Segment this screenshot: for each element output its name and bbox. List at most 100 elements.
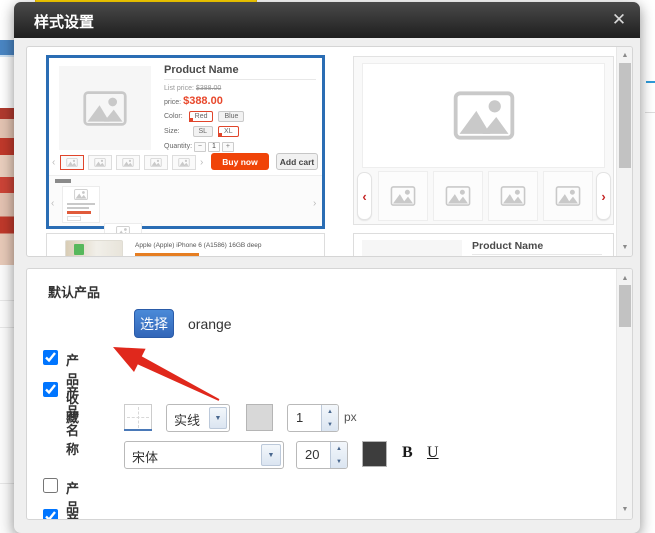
divider: [472, 254, 602, 255]
border-width-value[interactable]: 1: [288, 405, 321, 431]
scroll-up-icon[interactable]: ▲: [617, 52, 633, 59]
border-picker-vline: [138, 407, 139, 428]
color-chip-red[interactable]: Red: [189, 111, 214, 122]
related-label: [55, 179, 71, 183]
font-size-stepper[interactable]: 20 ▲ ▼: [296, 441, 348, 469]
attributes-label: 产品属性: [66, 509, 79, 520]
color-chip-blue[interactable]: Blue: [218, 111, 244, 122]
quantity-minus-button[interactable]: −: [194, 142, 206, 152]
related-products-section: ‹ ›: [49, 175, 322, 226]
border-width-stepper[interactable]: 1 ▲ ▼: [287, 404, 339, 432]
dialog-title: 样式设置: [34, 11, 94, 32]
name-checkbox[interactable]: [43, 382, 58, 397]
background-right-blue-line: [646, 81, 655, 83]
quantity-value[interactable]: 1: [208, 142, 220, 152]
gallery-thumbnail[interactable]: [378, 171, 428, 221]
thumbnail[interactable]: [116, 155, 140, 170]
product-image-placeholder: [59, 66, 151, 150]
preview-list-price: List price: $388.00: [164, 85, 221, 92]
underline-button[interactable]: U: [427, 444, 439, 462]
template-card-selected[interactable]: Product Name List price: $388.00 price: …: [46, 55, 325, 229]
template-card-list[interactable]: Apple (Apple) iPhone 6 (A1586) 16GB deep: [46, 233, 325, 257]
thumbnail-selected[interactable]: [60, 155, 84, 170]
description-checkbox[interactable]: [43, 478, 58, 493]
quantity-plus-button[interactable]: +: [222, 142, 234, 152]
background-left-area: [0, 265, 14, 533]
border-side-picker[interactable]: [124, 404, 152, 431]
form-scrollbar[interactable]: ▲ ▼: [616, 269, 633, 519]
favorite-checkbox[interactable]: [43, 350, 58, 365]
thumbnail[interactable]: [172, 155, 196, 170]
scroll-down-icon[interactable]: ▼: [617, 506, 633, 513]
image-icon: [453, 91, 515, 140]
gallery-thumbnail[interactable]: [543, 171, 593, 221]
bold-button[interactable]: B: [402, 444, 413, 462]
price-label: price:: [164, 99, 181, 106]
gallery-thumbnail[interactable]: [433, 171, 483, 221]
border-color-swatch[interactable]: [246, 404, 273, 431]
background-left-blue-strip: [0, 40, 14, 57]
template-gallery-panel: Product Name List price: $388.00 price: …: [26, 46, 633, 257]
background-divider: [0, 300, 14, 301]
preview-price: price: $388.00: [164, 95, 223, 107]
gallery-thumbnail[interactable]: [488, 171, 538, 221]
size-chip-xl[interactable]: XL: [218, 126, 239, 137]
selected-product-value: orange: [188, 316, 232, 332]
gallery-prev-button[interactable]: ‹: [357, 172, 372, 220]
iphone-item-title: Apple (Apple) iPhone 6 (A1586) 16GB deep: [135, 242, 315, 249]
iphone-item-price-line: [135, 253, 199, 257]
preview2-product-name: Product Name: [472, 240, 602, 252]
thumbnail[interactable]: [88, 155, 112, 170]
preview-quantity-row: Quantity: − 1 +: [164, 142, 234, 152]
dropdown-button[interactable]: ▼: [209, 407, 227, 429]
annotation-arrow: [109, 343, 229, 409]
color-label: Color:: [164, 113, 183, 120]
font-size-value[interactable]: 20: [297, 442, 330, 468]
background-left-promo-image: [0, 108, 14, 265]
spin-up-icon[interactable]: ▲: [322, 405, 338, 418]
close-icon[interactable]: ✕: [609, 10, 629, 30]
default-product-label: 默认产品: [48, 282, 100, 301]
background-divider: [0, 327, 14, 328]
scroll-up-icon[interactable]: ▲: [617, 275, 633, 282]
related-product-card[interactable]: [62, 186, 100, 223]
list-price-label: List price:: [164, 85, 194, 92]
related-next-icon[interactable]: ›: [313, 199, 316, 209]
select-product-button[interactable]: 选择: [134, 309, 174, 338]
border-style-value: 实线: [167, 405, 207, 431]
font-family-dropdown[interactable]: 宋体 ▼: [124, 441, 284, 469]
quantity-label: Quantity:: [164, 143, 192, 150]
gallery-scrollbar[interactable]: ▲ ▼: [616, 47, 633, 256]
border-picker-bottom-active: [124, 429, 152, 431]
thumbnail[interactable]: [144, 155, 168, 170]
scrollbar-thumb[interactable]: [619, 285, 631, 327]
chevron-down-icon: ▼: [215, 415, 222, 422]
px-unit-label: px: [344, 410, 357, 424]
spin-down-icon[interactable]: ▼: [331, 455, 347, 468]
attributes-checkbox[interactable]: [43, 509, 58, 520]
template-card-detail2[interactable]: Product Name List price: $388.00: [353, 233, 614, 257]
spin-down-icon[interactable]: ▼: [322, 418, 338, 431]
background-divider: [0, 483, 14, 484]
preview-color-row: Color: Red Blue: [164, 111, 244, 122]
size-label: Size:: [164, 128, 180, 135]
preview-product-name: Product Name: [164, 64, 316, 76]
font-color-swatch[interactable]: [362, 441, 387, 467]
stepper-buttons[interactable]: ▲ ▼: [321, 405, 338, 431]
spin-up-icon[interactable]: ▲: [331, 442, 347, 455]
scrollbar-thumb[interactable]: [619, 63, 631, 168]
template-card-gallery[interactable]: ‹ ›: [353, 56, 614, 225]
style-settings-dialog: 样式设置 ✕ Product Name List price: $388.00 …: [14, 2, 640, 533]
add-cart-button[interactable]: Add cart: [276, 153, 318, 170]
related-prev-icon[interactable]: ‹: [51, 199, 54, 209]
stepper-buttons[interactable]: ▲ ▼: [330, 442, 347, 468]
dropdown-button[interactable]: ▼: [261, 444, 281, 466]
size-chip-sl[interactable]: SL: [193, 126, 214, 137]
scroll-down-icon[interactable]: ▼: [617, 244, 633, 251]
thumb-prev-icon[interactable]: ‹: [52, 158, 55, 168]
buy-now-button[interactable]: Buy now: [211, 153, 269, 170]
thumb-next-icon[interactable]: ›: [200, 158, 203, 168]
border-style-dropdown[interactable]: 实线 ▼: [166, 404, 230, 432]
chevron-down-icon: ▼: [268, 452, 275, 459]
gallery-next-button[interactable]: ›: [596, 172, 611, 220]
